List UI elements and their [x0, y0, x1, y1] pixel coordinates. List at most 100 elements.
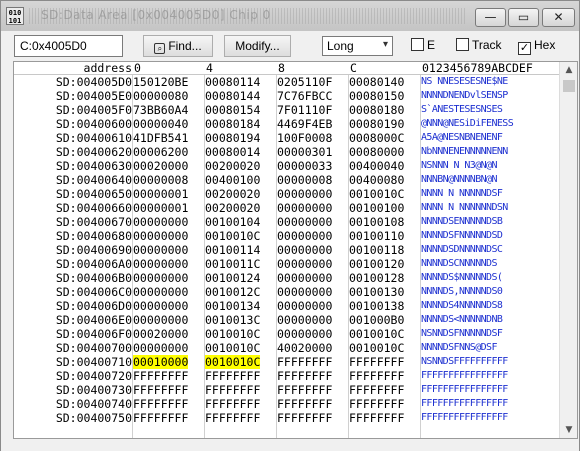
scroll-thumb[interactable] — [563, 80, 575, 92]
table-row[interactable]: SD:00400690 00000000 00100114 00000000 00100… — [14, 243, 559, 257]
table-row[interactable]: SD:00400620 00006200 00080014 00000301 00080… — [14, 145, 559, 159]
hex-cell[interactable]: 0010011C — [205, 257, 260, 271]
hex-cell[interactable]: 00200020 — [205, 159, 260, 173]
table-row[interactable]: SD:004006F0 00020000 0010010C 00000000 00100… — [14, 327, 559, 341]
hex-cell[interactable]: 00010000 — [133, 355, 189, 369]
checkbox-hex-box[interactable]: ✓ — [518, 42, 531, 55]
table-row[interactable]: SD:00400600 00000040 00080184 4469F4EB 00080… — [14, 117, 559, 131]
hex-cell[interactable]: 00000008 — [277, 173, 332, 187]
hex-cell[interactable]: 00000000 — [277, 201, 332, 215]
hex-cell[interactable]: FFFFFFFF — [133, 383, 188, 397]
hex-cell[interactable]: 100F0008 — [277, 131, 332, 145]
minimize-button[interactable]: — — [475, 8, 506, 27]
hex-cell[interactable]: 7F01110F — [277, 103, 332, 117]
table-row[interactable]: SD:00400720 FFFFFFFF FFFFFFFF FFFFFFFF FFFFF… — [14, 369, 559, 383]
hex-cell[interactable]: 4469F4EB — [277, 117, 332, 131]
hex-cell[interactable]: FFFFFFFF — [349, 369, 404, 383]
hex-cell[interactable]: FFFFFFFF — [349, 383, 404, 397]
hex-cell[interactable]: 0010010C — [349, 187, 404, 201]
hex-cell[interactable]: 00000000 — [133, 215, 188, 229]
table-row[interactable]: SD:00400750 FFFFFFFF FFFFFFFF FFFFFFFF FFFFF… — [14, 411, 559, 425]
hex-cell[interactable]: 0010013C — [205, 313, 260, 327]
hex-cell[interactable]: FFFFFFFF — [205, 383, 260, 397]
hex-cell[interactable]: 00000000 — [277, 299, 332, 313]
checkbox-track[interactable]: Track — [456, 38, 502, 54]
scroll-up-icon[interactable]: ▲ — [563, 64, 575, 76]
hex-cell[interactable]: 00006200 — [133, 145, 188, 159]
hex-cell[interactable]: 00080184 — [205, 117, 260, 131]
hex-cell[interactable]: 00100108 — [349, 215, 404, 229]
hex-cell[interactable]: 00000000 — [133, 243, 188, 257]
hex-cell[interactable]: 00100130 — [349, 285, 404, 299]
hex-cell[interactable]: 00200020 — [205, 187, 260, 201]
checkbox-hex[interactable]: ✓ Hex — [518, 38, 555, 55]
hex-cell[interactable]: 00000000 — [277, 327, 332, 341]
hex-cell[interactable]: 00080114 — [205, 75, 260, 89]
hex-cell[interactable]: 00000000 — [133, 299, 188, 313]
hex-cell[interactable]: 150120BE — [133, 75, 188, 89]
table-row[interactable]: SD:00400680 00000000 0010010C 00000000 00100… — [14, 229, 559, 243]
hex-cell[interactable]: FFFFFFFF — [277, 397, 332, 411]
hex-cell[interactable]: FFFFFFFF — [133, 397, 188, 411]
hex-cell[interactable]: 00100118 — [349, 243, 404, 257]
table-row[interactable]: SD:004006B0 00000000 00100124 00000000 00100… — [14, 271, 559, 285]
table-row[interactable]: SD:00400740 FFFFFFFF FFFFFFFF FFFFFFFF FFFFF… — [14, 397, 559, 411]
hex-cell[interactable]: 00000080 — [133, 89, 188, 103]
hex-cell[interactable]: FFFFFFFF — [349, 355, 404, 369]
table-row[interactable]: SD:00400640 00000008 00400100 00000008 00400… — [14, 173, 559, 187]
hex-cell[interactable]: 73BB60A4 — [133, 103, 188, 117]
hex-cell[interactable]: 00000040 — [133, 117, 188, 131]
hex-cell[interactable]: FFFFFFFF — [277, 355, 332, 369]
hex-cell[interactable]: FFFFFFFF — [133, 411, 188, 425]
hex-cell[interactable]: 00100100 — [349, 201, 404, 215]
hex-cell[interactable]: 00000000 — [277, 257, 332, 271]
hex-cell[interactable]: 00400040 — [349, 159, 404, 173]
hex-cell[interactable]: 41DFB541 — [133, 131, 188, 145]
checkbox-e[interactable]: E — [411, 38, 435, 54]
table-row[interactable]: SD:00400670 00000000 00100104 00000000 00100… — [14, 215, 559, 229]
hex-cell[interactable]: 00000001 — [133, 201, 188, 215]
hex-cell[interactable]: 00000301 — [277, 145, 332, 159]
hex-cell[interactable]: 00080014 — [205, 145, 260, 159]
hex-cell[interactable]: 40020000 — [277, 341, 332, 355]
hex-cell[interactable]: 00100128 — [349, 271, 404, 285]
hex-cell[interactable]: 0205110F — [277, 75, 332, 89]
hex-cell[interactable]: 001000B0 — [349, 313, 404, 327]
checkbox-track-box[interactable] — [456, 38, 469, 51]
hex-cell[interactable]: 00000000 — [277, 215, 332, 229]
scroll-down-icon[interactable]: ▼ — [563, 424, 575, 436]
hex-cell[interactable]: 00000000 — [133, 257, 188, 271]
hex-cell[interactable]: 00400100 — [205, 173, 260, 187]
hex-cell[interactable]: 00000033 — [277, 159, 332, 173]
hex-cell[interactable]: 00000000 — [133, 313, 188, 327]
hex-cell[interactable]: 00000000 — [277, 285, 332, 299]
hex-cell[interactable]: 00100120 — [349, 257, 404, 271]
hex-cell[interactable]: FFFFFFFF — [277, 369, 332, 383]
hex-cell[interactable]: 0010010C — [349, 341, 404, 355]
table-row[interactable]: SD:00400610 41DFB541 00080194 100F0008 00080… — [14, 131, 559, 145]
hex-cell[interactable]: 00000000 — [277, 243, 332, 257]
hex-cell[interactable]: 0010010C — [205, 327, 260, 341]
hex-cell[interactable]: 00000000 — [133, 285, 188, 299]
table-row[interactable]: SD:00400710 00010000 0010010C FFFFFFFF FFFFF… — [14, 355, 559, 369]
hex-cell[interactable]: FFFFFFFF — [205, 411, 260, 425]
hex-cell[interactable]: 00000000 — [133, 229, 188, 243]
table-row[interactable]: SD:004006D0 00000000 00100134 00000000 00100… — [14, 299, 559, 313]
checkbox-e-box[interactable] — [411, 38, 424, 51]
hex-cell[interactable]: FFFFFFFF — [277, 383, 332, 397]
hex-cell[interactable]: 00080140 — [349, 75, 404, 89]
hex-cell[interactable]: 0010010C — [205, 229, 260, 243]
hex-cell[interactable]: 00080154 — [205, 103, 260, 117]
restore-button[interactable]: ▭ — [508, 8, 539, 27]
hex-cell[interactable]: 00020000 — [133, 327, 188, 341]
table-row[interactable]: SD:004006A0 00000000 0010011C 00000000 00100… — [14, 257, 559, 271]
hex-cell[interactable]: 00100124 — [205, 271, 260, 285]
hex-cell[interactable]: 7C76FBCC — [277, 89, 332, 103]
hex-cell[interactable]: 00000008 — [133, 173, 188, 187]
table-row[interactable]: SD:004006E0 00000000 0010013C 00000000 00100… — [14, 313, 559, 327]
hex-cell[interactable]: 0010010C — [205, 341, 260, 355]
table-row[interactable]: SD:004005E0 00000080 00080144 7C76FBCC 00080… — [14, 89, 559, 103]
table-row[interactable]: SD:00400630 00020000 00200020 00000033 00400… — [14, 159, 559, 173]
table-row[interactable]: SD:004005F0 73BB60A4 00080154 7F01110F 00080… — [14, 103, 559, 117]
modify-button[interactable]: Modify... — [224, 35, 291, 57]
